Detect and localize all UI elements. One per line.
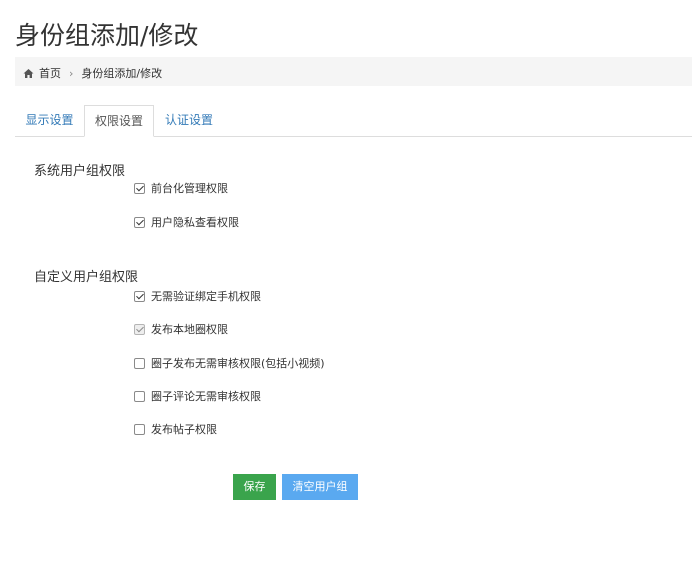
permission-user-privacy-view[interactable]: 用户隐私查看权限 bbox=[134, 215, 239, 229]
checkbox-label: 前台化管理权限 bbox=[151, 182, 228, 195]
custom-permissions-title: 自定义用户组权限 bbox=[34, 270, 139, 285]
checkbox-label: 发布本地圈权限 bbox=[151, 323, 228, 336]
checkbox[interactable] bbox=[134, 390, 145, 402]
permission-circle-post-no-review[interactable]: 圈子发布无需审核权限(包括小视频) bbox=[134, 356, 325, 370]
checkbox[interactable] bbox=[134, 216, 145, 228]
tab-display-settings[interactable]: 显示设置 bbox=[15, 105, 84, 136]
checkbox[interactable] bbox=[134, 423, 145, 435]
permission-publish-post[interactable]: 发布帖子权限 bbox=[134, 422, 217, 436]
tab-permission-settings[interactable]: 权限设置 bbox=[84, 105, 154, 137]
checkbox-label: 用户隐私查看权限 bbox=[151, 216, 239, 229]
breadcrumb-home-link[interactable]: 首页 bbox=[39, 65, 61, 81]
checkbox bbox=[134, 323, 145, 335]
permission-no-phone-binding[interactable]: 无需验证绑定手机权限 bbox=[134, 289, 261, 303]
checkbox[interactable] bbox=[134, 290, 145, 302]
checkbox-label: 无需验证绑定手机权限 bbox=[151, 290, 261, 303]
checkbox-label: 发布帖子权限 bbox=[151, 423, 217, 436]
breadcrumb-current: 身份组添加/修改 bbox=[81, 67, 163, 80]
breadcrumb: 首页 › 身份组添加/修改 bbox=[23, 65, 162, 81]
checkbox[interactable] bbox=[134, 182, 145, 194]
clear-user-group-button[interactable]: 清空用户组 bbox=[282, 474, 358, 500]
checkbox[interactable] bbox=[134, 357, 145, 369]
save-button[interactable]: 保存 bbox=[233, 474, 276, 500]
tab-auth-settings[interactable]: 认证设置 bbox=[154, 105, 224, 136]
checkbox-label: 圈子发布无需审核权限(包括小视频) bbox=[151, 357, 325, 370]
permission-frontend-management[interactable]: 前台化管理权限 bbox=[134, 181, 228, 195]
tab-bar: 显示设置 权限设置 认证设置 bbox=[15, 105, 692, 137]
chevron-right-icon: › bbox=[69, 66, 74, 80]
permission-circle-comment-no-review[interactable]: 圈子评论无需审核权限 bbox=[134, 389, 261, 403]
system-permissions-title: 系统用户组权限 bbox=[34, 164, 126, 179]
breadcrumb-bar: 首页 › 身份组添加/修改 bbox=[15, 57, 692, 86]
home-icon bbox=[23, 68, 34, 79]
page-title: 身份组添加/修改 bbox=[15, 21, 199, 50]
permission-publish-local-circle: 发布本地圈权限 bbox=[134, 322, 228, 336]
checkbox-label: 圈子评论无需审核权限 bbox=[151, 390, 261, 403]
